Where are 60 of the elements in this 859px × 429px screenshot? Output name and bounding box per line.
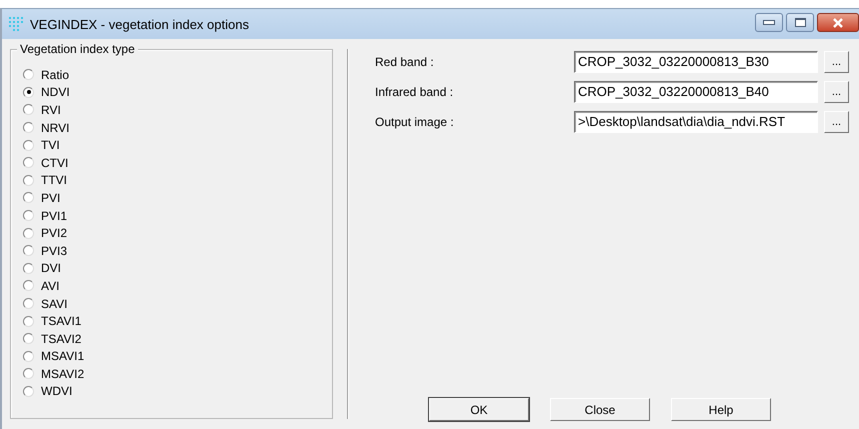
minimize-icon xyxy=(763,20,775,25)
radio-label[interactable]: DVI xyxy=(41,261,62,276)
radio-label[interactable]: PVI xyxy=(41,190,60,205)
radio-button[interactable] xyxy=(23,228,34,239)
browse-button[interactable]: ... xyxy=(824,81,849,103)
radio-button[interactable] xyxy=(23,104,34,116)
radio-button[interactable] xyxy=(23,69,34,80)
window-title: VEGINDEX - vegetation index options xyxy=(30,16,249,32)
radio-button[interactable] xyxy=(23,140,34,151)
radio-button[interactable] xyxy=(23,86,34,98)
input-field[interactable]: >\Desktop\landsat\dia\dia_ndvi.RST xyxy=(574,111,818,133)
radio-label[interactable]: MSAVI1 xyxy=(41,349,84,364)
radio-button[interactable] xyxy=(23,192,34,204)
radio-button[interactable] xyxy=(23,386,34,397)
dialog-button[interactable]: OK xyxy=(429,398,529,421)
radio-label[interactable]: SAVI xyxy=(41,296,68,311)
radio-label[interactable]: TSAVI1 xyxy=(41,314,82,328)
dialog-button[interactable]: Close xyxy=(550,398,650,421)
radio-dot-icon xyxy=(26,90,30,94)
radio-button[interactable] xyxy=(23,245,34,256)
radio-button[interactable] xyxy=(23,280,34,292)
group-legend: Vegetation index type xyxy=(17,42,138,56)
field-label: Output image : xyxy=(375,115,455,129)
radio-label[interactable]: CTVI xyxy=(41,156,68,170)
input-field[interactable]: CROP_3032_03220000813_B40 xyxy=(574,81,818,103)
minimize-button[interactable] xyxy=(755,13,783,32)
close-icon xyxy=(832,18,844,28)
maximize-icon xyxy=(794,18,806,27)
radio-label[interactable]: TSAVI2 xyxy=(41,332,82,346)
radio-label[interactable]: Ratio xyxy=(41,68,70,82)
browse-button[interactable]: ... xyxy=(824,51,849,73)
browse-button[interactable]: ... xyxy=(824,111,849,133)
radio-button[interactable] xyxy=(23,298,34,310)
grid-icon xyxy=(8,16,24,32)
radio-label[interactable]: PVI1 xyxy=(41,208,68,223)
radio-label[interactable]: TTVI xyxy=(41,173,67,188)
dialog-button[interactable]: Help xyxy=(671,398,771,421)
radio-label[interactable]: TVI xyxy=(41,138,60,152)
input-field[interactable]: CROP_3032_03220000813_B30 xyxy=(574,51,818,73)
radio-label[interactable]: AVI xyxy=(41,278,60,293)
radio-button[interactable] xyxy=(23,316,34,327)
close-button[interactable] xyxy=(817,13,859,32)
radio-label[interactable]: PVI2 xyxy=(41,226,68,240)
radio-button[interactable] xyxy=(23,157,34,168)
maximize-button[interactable] xyxy=(786,13,814,32)
radio-button[interactable] xyxy=(23,350,34,362)
radio-label[interactable]: PVI3 xyxy=(41,244,68,258)
radio-button[interactable] xyxy=(23,333,34,344)
field-label: Red band : xyxy=(375,55,435,69)
field-label: Infrared band : xyxy=(375,85,454,99)
radio-button[interactable] xyxy=(23,122,34,134)
radio-button[interactable] xyxy=(23,262,34,274)
radio-label[interactable]: WDVI xyxy=(41,384,72,398)
radio-button[interactable] xyxy=(23,210,34,222)
radio-label[interactable]: RVI xyxy=(41,102,61,117)
radio-button[interactable] xyxy=(23,174,34,186)
radio-label[interactable]: MSAVI2 xyxy=(41,366,84,381)
radio-label[interactable]: NDVI xyxy=(41,85,70,100)
radio-button[interactable] xyxy=(23,368,34,380)
radio-label[interactable]: NRVI xyxy=(41,120,70,135)
